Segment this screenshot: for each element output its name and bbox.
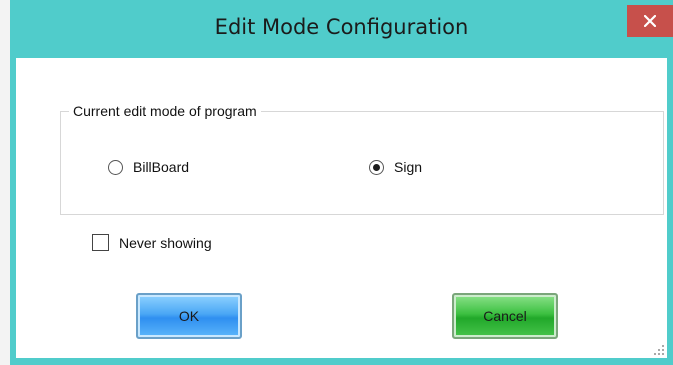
title-bar[interactable]: Edit Mode Configuration bbox=[10, 0, 673, 58]
radio-billboard-circle[interactable] bbox=[108, 159, 123, 175]
radio-sign-circle[interactable] bbox=[369, 159, 384, 175]
window-title: Edit Mode Configuration bbox=[214, 15, 469, 39]
radio-billboard-label[interactable]: BillBoard bbox=[133, 159, 189, 175]
resize-grip-icon[interactable] bbox=[653, 344, 665, 356]
never-showing-checkbox-row[interactable]: Never showing bbox=[92, 234, 212, 251]
edit-mode-groupbox: Current edit mode of program BillBoard S… bbox=[60, 103, 664, 215]
ok-button[interactable]: OK bbox=[136, 293, 242, 339]
dialog-content: Current edit mode of program BillBoard S… bbox=[16, 58, 667, 358]
cancel-button[interactable]: Cancel bbox=[452, 293, 558, 339]
close-icon bbox=[644, 15, 656, 27]
groupbox-legend: Current edit mode of program bbox=[69, 103, 261, 119]
never-showing-label[interactable]: Never showing bbox=[119, 235, 212, 251]
radio-sign[interactable]: Sign bbox=[369, 159, 422, 175]
radio-sign-label[interactable]: Sign bbox=[394, 159, 422, 175]
dialog-window: Edit Mode Configuration Current edit mod… bbox=[10, 0, 673, 365]
close-button[interactable] bbox=[627, 5, 673, 37]
radio-billboard[interactable]: BillBoard bbox=[108, 159, 189, 175]
never-showing-checkbox[interactable] bbox=[92, 234, 109, 251]
